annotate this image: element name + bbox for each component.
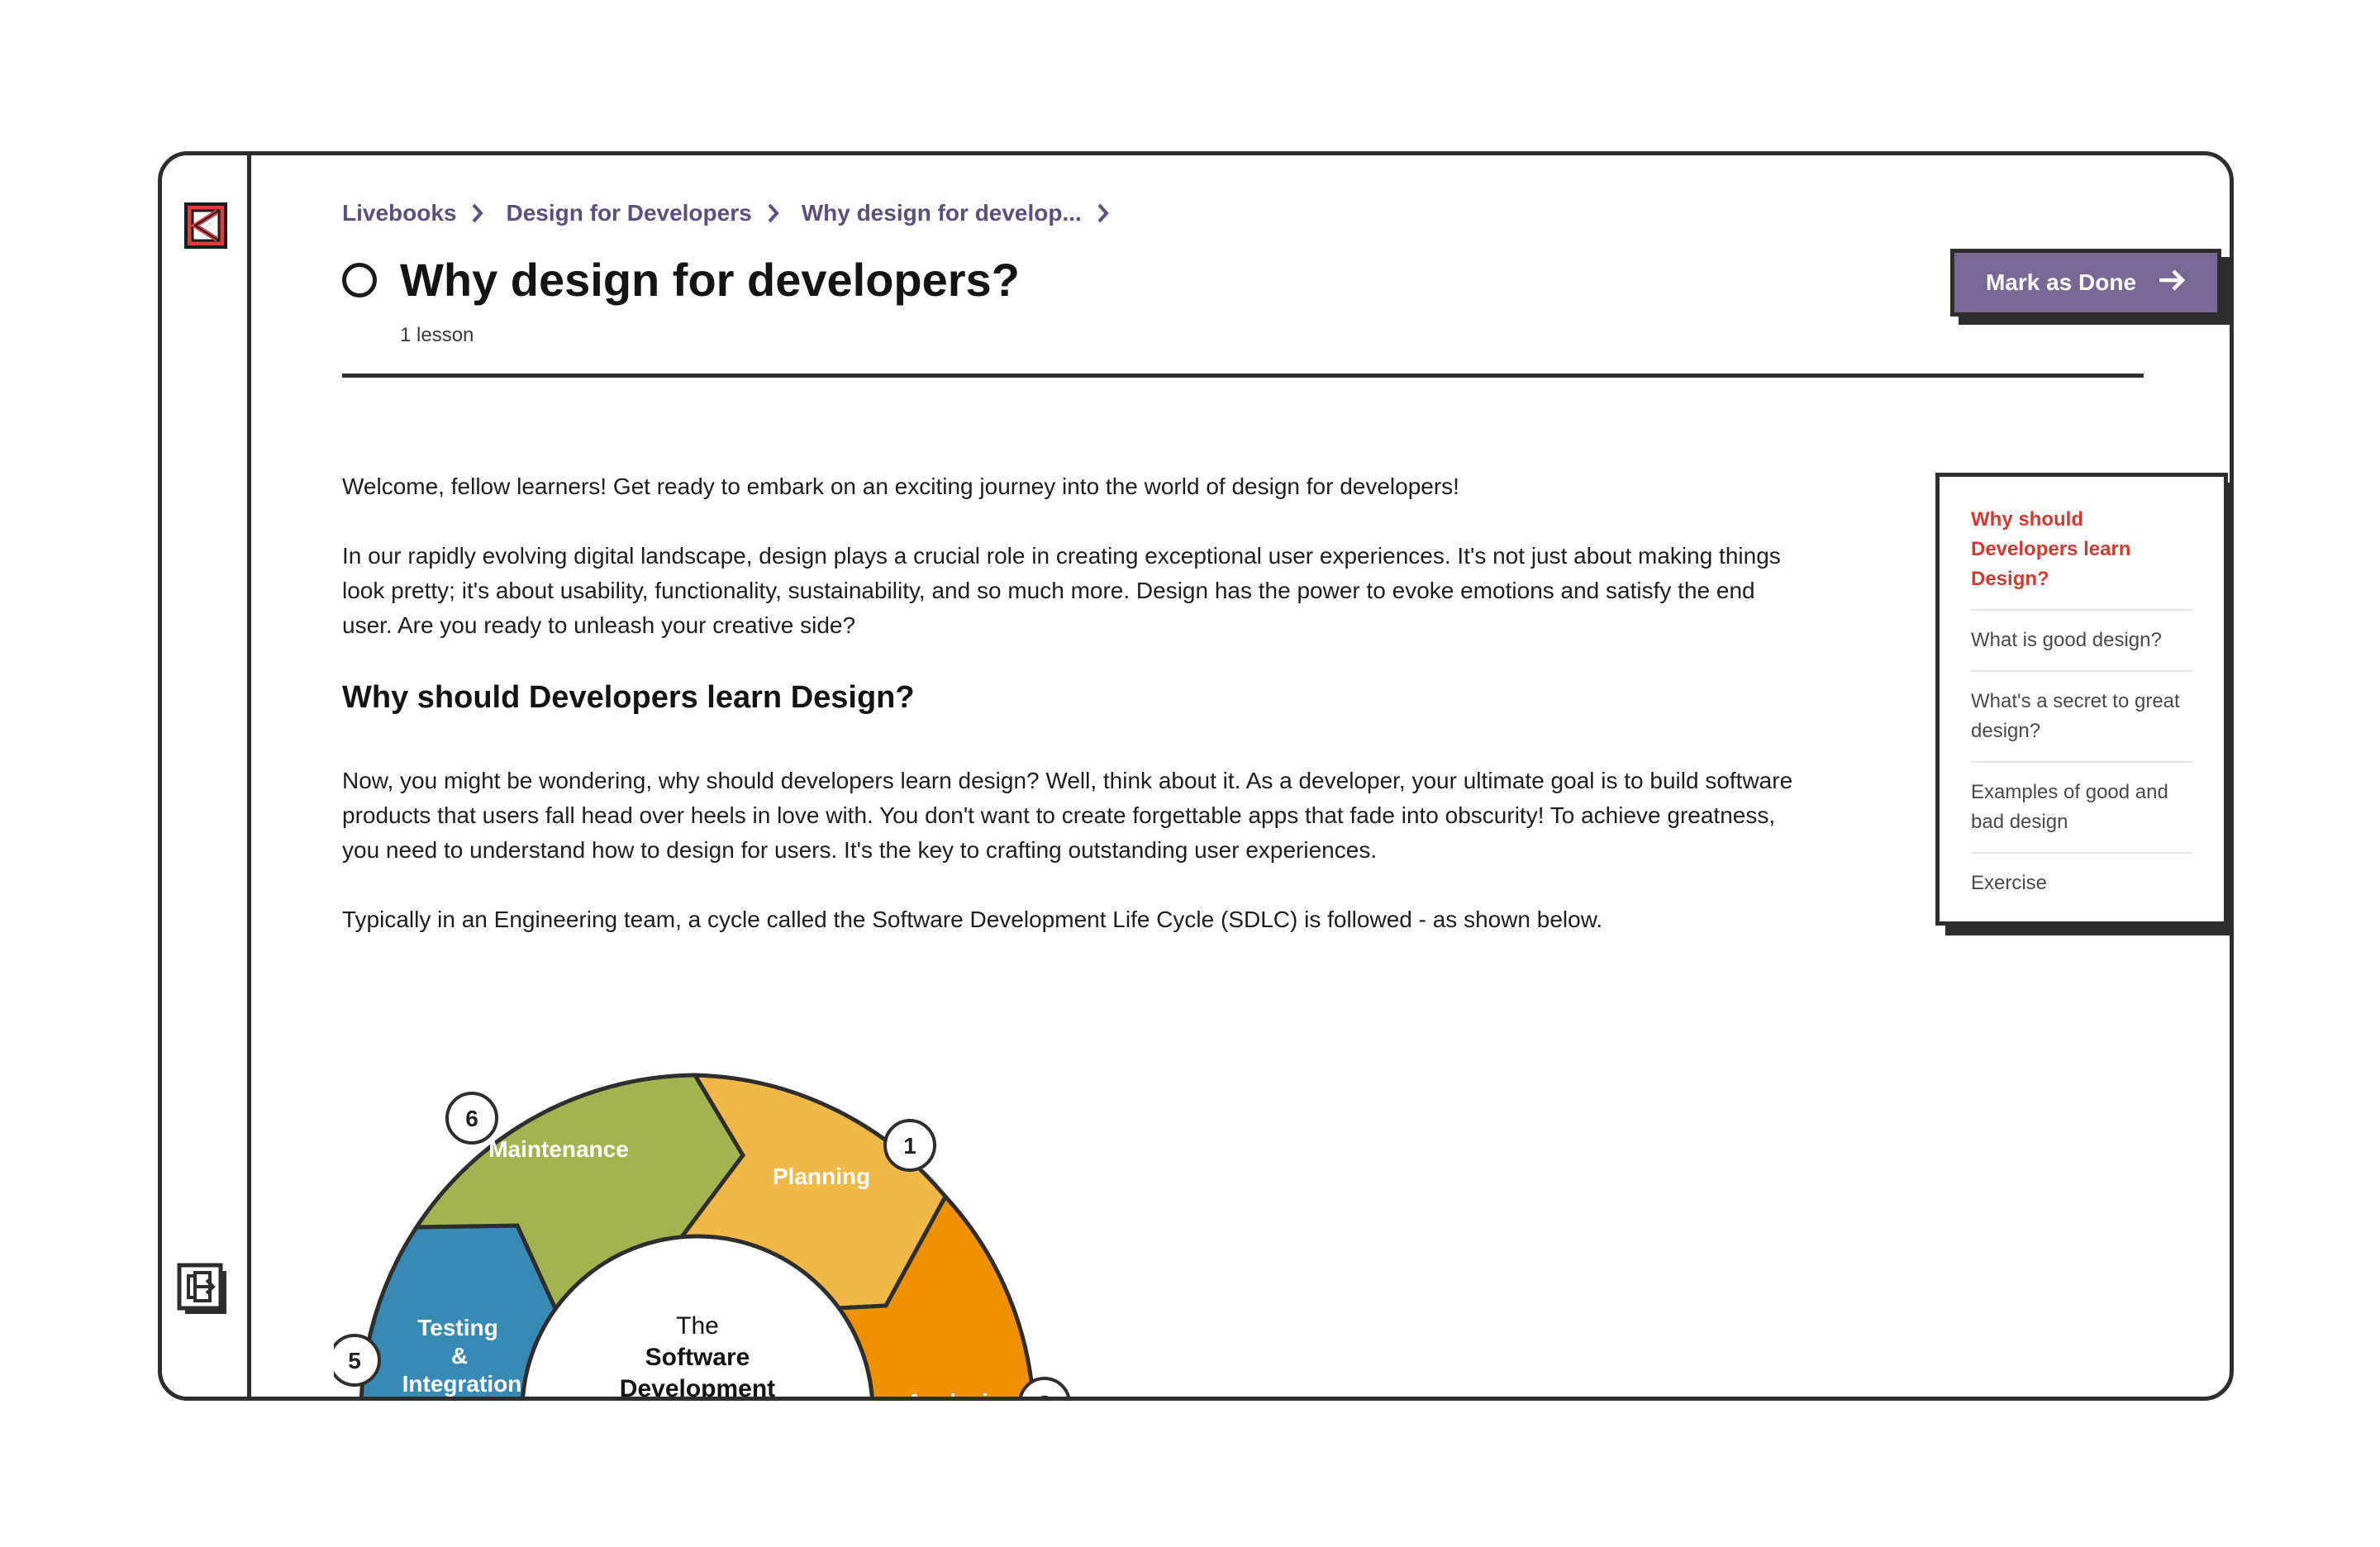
chevron-right-icon xyxy=(767,202,780,224)
center-line-1: The xyxy=(676,1312,719,1340)
section-heading: Why should Developers learn Design? xyxy=(342,680,915,715)
app-window: Livebooks Design for Developers Why desi… xyxy=(158,151,2234,1401)
completion-status-icon xyxy=(342,262,377,298)
lesson-count: 1 lesson xyxy=(400,324,474,346)
toc-item-secret-to-great-design[interactable]: What's a secret to great design? xyxy=(1971,672,2192,763)
step-number-1: 1 xyxy=(883,1119,936,1172)
breadcrumb-livebooks[interactable]: Livebooks xyxy=(342,200,456,226)
svg-text:1: 1 xyxy=(903,1133,916,1159)
toc-item-why-learn-design[interactable]: Why should Developers learn Design? xyxy=(1971,505,2192,611)
label-maintenance: Maintenance xyxy=(488,1136,629,1162)
breadcrumb: Livebooks Design for Developers Why desi… xyxy=(342,200,1131,226)
label-testing-3: Integration xyxy=(402,1371,522,1397)
page-title: Why design for developers? xyxy=(400,254,1020,306)
center-line-3: Development xyxy=(620,1375,775,1401)
svg-text:5: 5 xyxy=(348,1348,361,1373)
paragraph-1: In our rapidly evolving digital landscap… xyxy=(342,543,1781,638)
label-analysis: Analysis xyxy=(906,1389,1001,1401)
paragraph-3: Typically in an Engineering team, a cycl… xyxy=(342,907,1603,932)
intro-paragraph: Welcome, fellow learners! Get ready to e… xyxy=(342,474,1459,499)
chevron-right-icon xyxy=(471,202,484,224)
mark-as-done-button[interactable]: Mark as Done xyxy=(1950,249,2221,317)
article-body: Welcome, fellow learners! Get ready to e… xyxy=(342,469,1797,972)
mark-as-done-label: Mark as Done xyxy=(1985,269,2137,295)
label-testing-2: & xyxy=(451,1343,468,1368)
left-sidebar xyxy=(162,155,251,1397)
label-testing-1: Testing xyxy=(417,1315,497,1340)
chevron-right-icon[interactable] xyxy=(1097,202,1110,224)
title-row: Why design for developers? xyxy=(342,253,1020,307)
paragraph-2: Now, you might be wondering, why should … xyxy=(342,768,1793,863)
step-number-6: 6 xyxy=(445,1092,498,1145)
exit-icon[interactable] xyxy=(177,1263,230,1317)
svg-text:6: 6 xyxy=(465,1106,478,1131)
arrow-right-icon xyxy=(2158,269,2186,298)
label-planning: Planning xyxy=(773,1164,870,1189)
toc-item-what-is-good-design[interactable]: What is good design? xyxy=(1971,611,2192,672)
step-number-5: 5 xyxy=(328,1334,381,1387)
main-content: Livebooks Design for Developers Why desi… xyxy=(251,155,2230,1397)
header-divider xyxy=(342,374,2144,378)
logo-icon[interactable] xyxy=(183,202,228,250)
sdlc-diagram: Maintenance Planning Testing & Integrati… xyxy=(328,1015,1078,1401)
toc-item-examples[interactable]: Examples of good and bad design xyxy=(1971,763,2192,854)
table-of-contents: Why should Developers learn Design? What… xyxy=(1935,473,2228,926)
breadcrumb-current[interactable]: Why design for develop... xyxy=(802,200,1082,226)
toc-item-exercise[interactable]: Exercise xyxy=(1971,854,2192,913)
svg-text:2: 2 xyxy=(1038,1391,1051,1401)
center-line-2: Software xyxy=(645,1344,750,1371)
breadcrumb-design-for-developers[interactable]: Design for Developers xyxy=(506,200,751,226)
